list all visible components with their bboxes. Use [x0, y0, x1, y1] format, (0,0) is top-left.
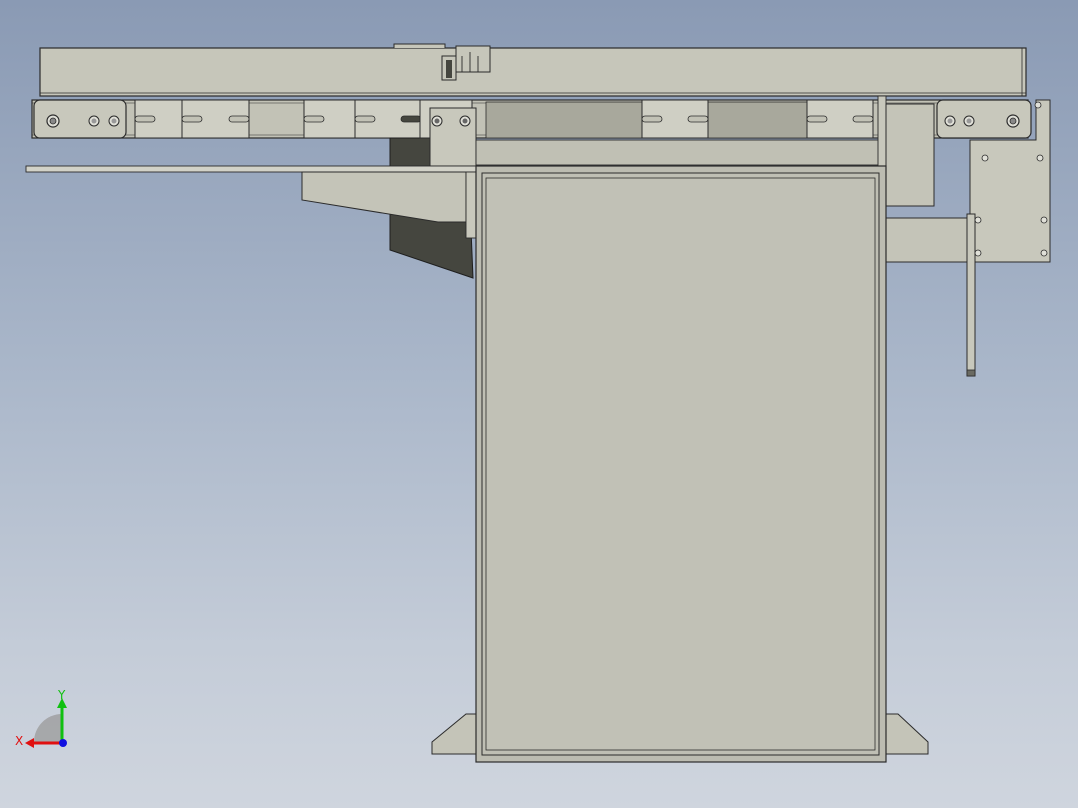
- y-axis-label: Y: [57, 688, 66, 702]
- right-hanging-rod[interactable]: [966, 213, 976, 377]
- main-cabinet-panel[interactable]: [475, 165, 887, 763]
- triad-origin: [59, 739, 67, 747]
- top-conveyor-beam[interactable]: [39, 47, 1027, 97]
- right-foot[interactable]: [883, 713, 929, 755]
- slotted-clamp-2[interactable]: [303, 99, 422, 139]
- slotted-clamp-3[interactable]: [641, 99, 709, 139]
- triad-plane-icon: [34, 714, 62, 742]
- left-foot[interactable]: [431, 713, 479, 755]
- coordinate-triad: Y X: [15, 688, 67, 748]
- support-crossbar: [475, 139, 887, 166]
- slotted-clamp-4[interactable]: [806, 99, 874, 139]
- x-axis-label: X: [15, 734, 23, 748]
- guide-rod[interactable]: [25, 165, 479, 173]
- cad-viewport[interactable]: Y X: [0, 0, 1078, 808]
- conveyor-assembly-drawing: Y X: [15, 43, 1051, 763]
- slotted-clamp-1[interactable]: [134, 99, 250, 139]
